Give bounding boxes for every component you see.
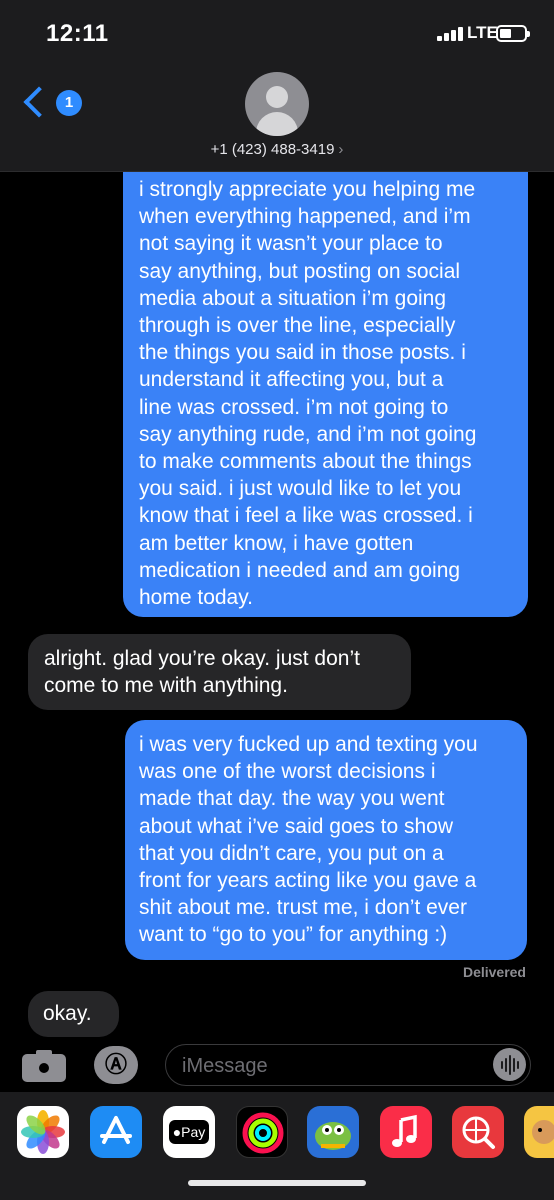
compose-bar: Ⓐ xyxy=(0,1040,554,1090)
message-text-line: line was crossed. i’m not going to xyxy=(139,395,449,419)
status-time: 12:11 xyxy=(46,20,109,47)
message-text-line: not saying it wasn’t your place to xyxy=(139,232,443,256)
message-text-line: medication i needed and am going xyxy=(139,558,461,582)
message-text-line: home today. xyxy=(139,586,254,610)
message-text-line: okay. xyxy=(43,1002,92,1025)
message-text-line: come to me with anything. xyxy=(44,674,288,698)
battery-icon xyxy=(496,25,530,42)
message-input[interactable] xyxy=(182,1053,472,1079)
delivered-status: Delivered xyxy=(462,964,526,980)
fitness-app-icon[interactable] xyxy=(236,1106,288,1158)
message-text-line: through is over the line, especially xyxy=(139,314,456,338)
camera-icon xyxy=(36,1060,52,1076)
message-text-line: made that day. the way you went xyxy=(139,787,445,811)
music-app-icon[interactable] xyxy=(380,1106,432,1158)
message-text-line: when everything happened, and i’m xyxy=(139,205,471,229)
message-text-line: about what i’ve said goes to show xyxy=(139,814,454,838)
message-text-line: shit about me. trust me, i don’t ever xyxy=(139,896,467,920)
sent-message-bubble[interactable]: i was very fucked up and texting you was … xyxy=(125,720,527,960)
imessage-app-strip: ●Pay xyxy=(0,1092,554,1200)
photos-app-icon[interactable] xyxy=(17,1106,69,1158)
message-text-line: i strongly appreciate you helping me xyxy=(139,178,476,201)
message-text-line: alright. glad you’re okay. just don’t xyxy=(44,647,360,670)
message-text-line: front for years acting like you gave a xyxy=(139,869,477,893)
game-app-icon[interactable] xyxy=(307,1106,359,1158)
message-text-line: you said. i just would like to let you xyxy=(139,477,462,501)
chevron-left-icon xyxy=(23,86,55,118)
message-text-line: know that i feel a like was crossed. i xyxy=(139,504,473,528)
app-store-app-icon[interactable] xyxy=(90,1106,142,1158)
message-text-line: media about a situation i’m going xyxy=(139,286,447,310)
received-message-bubble[interactable]: alright. glad you’re okay. just don’t com… xyxy=(28,634,411,711)
home-indicator xyxy=(188,1180,366,1186)
camera-button[interactable] xyxy=(22,1048,66,1082)
conversation-header: 12:11 LTE 1 +1 (423) 488-3419 › xyxy=(0,0,554,172)
message-text-line: am better know, i have gotten xyxy=(139,531,414,555)
back-button[interactable]: 1 xyxy=(18,86,82,120)
signal-icon xyxy=(437,27,467,41)
message-text-line: say anything, but posting on social xyxy=(139,259,461,283)
app-store-icon: Ⓐ xyxy=(104,1052,127,1077)
message-text-line: to make comments about the things xyxy=(139,450,472,474)
network-label: LTE xyxy=(467,23,498,42)
message-text-line: was one of the worst decisions i xyxy=(139,760,436,784)
apple-pay-app-icon[interactable]: ●Pay xyxy=(163,1106,215,1158)
message-text-line: want to “go to you” for anything :) xyxy=(139,923,448,947)
message-text-line: i was very fucked up and texting you xyxy=(139,733,478,756)
contact-number: +1 (423) 488-3419 xyxy=(210,141,335,158)
received-message-bubble[interactable]: okay. xyxy=(28,991,119,1038)
message-text-line: say anything rude, and i’m not going xyxy=(139,422,477,446)
audio-message-button[interactable] xyxy=(493,1048,526,1081)
message-text-line: that you didn’t care, you put on a xyxy=(139,841,444,865)
message-field[interactable] xyxy=(165,1044,531,1086)
app-store-drawer-button[interactable]: Ⓐ xyxy=(94,1046,138,1084)
message-text-line: the things you said in those posts. i xyxy=(139,341,466,365)
sent-message-bubble[interactable]: i strongly appreciate you helping me when… xyxy=(123,172,528,618)
chevron-right-icon: › xyxy=(338,141,344,158)
memoji-app-icon[interactable] xyxy=(524,1106,554,1158)
unread-badge: 1 xyxy=(56,90,82,116)
message-text-line: understand it affecting you, but a xyxy=(139,368,444,392)
image-search-app-icon[interactable] xyxy=(452,1106,504,1158)
apple-logo-icon: ● xyxy=(172,1124,182,1140)
contact-avatar[interactable] xyxy=(245,72,309,136)
contact-name-button[interactable]: +1 (423) 488-3419 › xyxy=(0,141,554,158)
